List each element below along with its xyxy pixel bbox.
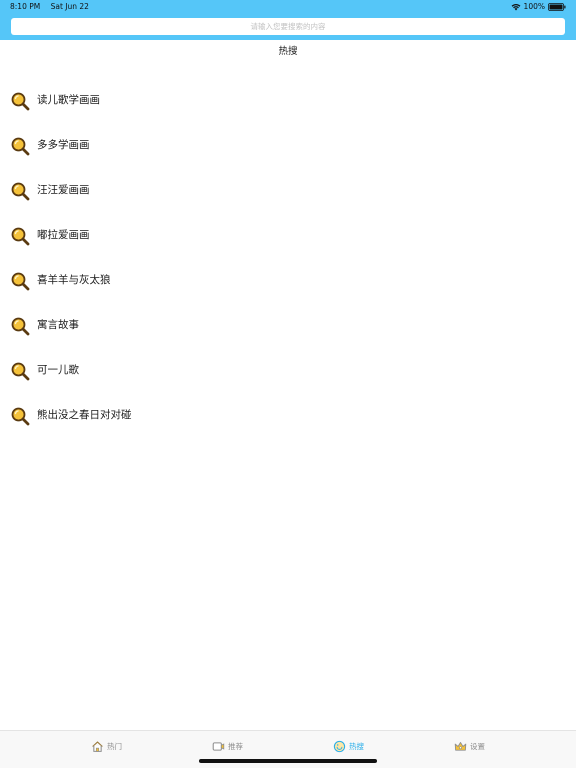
hot-search-item[interactable]: 寓言故事 xyxy=(0,302,576,347)
tab-hot-search-label: 热搜 xyxy=(349,741,364,751)
tab-recommend[interactable]: 推荐 xyxy=(212,739,243,753)
search-placeholder: 请输入您要搜索的内容 xyxy=(250,22,326,31)
status-date: Sat Jun 22 xyxy=(50,2,89,11)
tab-hot[interactable]: 热门 xyxy=(91,739,122,753)
tab-hot-search[interactable]: 热搜 xyxy=(333,739,364,753)
search-input[interactable]: 请输入您要搜索的内容 xyxy=(11,18,565,35)
hot-search-label: 汪汪爱画画 xyxy=(37,184,90,196)
video-icon xyxy=(212,741,225,751)
status-left: 8:10 PM Sat Jun 22 xyxy=(10,0,97,14)
hot-search-label: 嘟拉爱画画 xyxy=(37,229,90,241)
hot-search-label: 多多学画画 xyxy=(37,139,90,151)
magnifier-icon xyxy=(11,362,30,381)
tab-hot-label: 热门 xyxy=(107,741,122,751)
status-right: 100% xyxy=(511,0,566,14)
tab-settings-label: 设置 xyxy=(470,741,485,751)
hot-search-item[interactable]: 多多学画画 xyxy=(0,122,576,167)
hot-search-label: 喜羊羊与灰太狼 xyxy=(37,274,111,286)
hot-search-item[interactable]: 读儿歌学画画 xyxy=(0,77,576,122)
crown-icon xyxy=(454,741,467,751)
hot-search-label: 读儿歌学画画 xyxy=(37,94,100,106)
magnifier-icon xyxy=(11,92,30,111)
home-icon xyxy=(92,740,103,752)
hot-search-item[interactable]: 汪汪爱画画 xyxy=(0,167,576,212)
wifi-icon xyxy=(511,3,520,11)
magnifier-icon xyxy=(11,272,30,291)
battery-percent: 100% xyxy=(523,2,545,11)
magnifier-icon xyxy=(11,182,30,201)
header: 8:10 PM Sat Jun 22 100% 请输入您要搜索的内容 xyxy=(0,0,576,40)
screen: 8:10 PM Sat Jun 22 100% 请输入您要搜索的内容 热搜 读儿… xyxy=(0,0,576,768)
hot-search-label: 熊出没之春日对对碰 xyxy=(37,409,132,421)
magnifier-icon xyxy=(11,137,30,156)
hot-search-label: 可一儿歌 xyxy=(37,364,79,376)
hot-search-item[interactable]: 喜羊羊与灰太狼 xyxy=(0,257,576,302)
hot-search-item[interactable]: 可一儿歌 xyxy=(0,347,576,392)
hot-search-list: 读儿歌学画画 多多学画画 汪汪爱画画 嘟拉爱画画 喜羊羊与灰太狼 寓言故事 可一… xyxy=(0,77,576,437)
magnifier-icon xyxy=(11,407,30,426)
battery-icon xyxy=(548,3,566,11)
tab-settings[interactable]: 设置 xyxy=(454,739,485,753)
hot-search-label: 寓言故事 xyxy=(37,319,79,331)
page-title: 热搜 xyxy=(278,46,298,57)
hot-search-icon xyxy=(333,740,346,752)
magnifier-icon xyxy=(11,227,30,246)
home-indicator[interactable] xyxy=(199,759,377,763)
magnifier-icon xyxy=(11,317,30,336)
status-bar: 8:10 PM Sat Jun 22 100% xyxy=(0,0,576,14)
hot-search-item[interactable]: 熊出没之春日对对碰 xyxy=(0,392,576,437)
tab-recommend-label: 推荐 xyxy=(228,741,243,751)
status-time: 8:10 PM xyxy=(10,2,41,11)
hot-search-item[interactable]: 嘟拉爱画画 xyxy=(0,212,576,257)
